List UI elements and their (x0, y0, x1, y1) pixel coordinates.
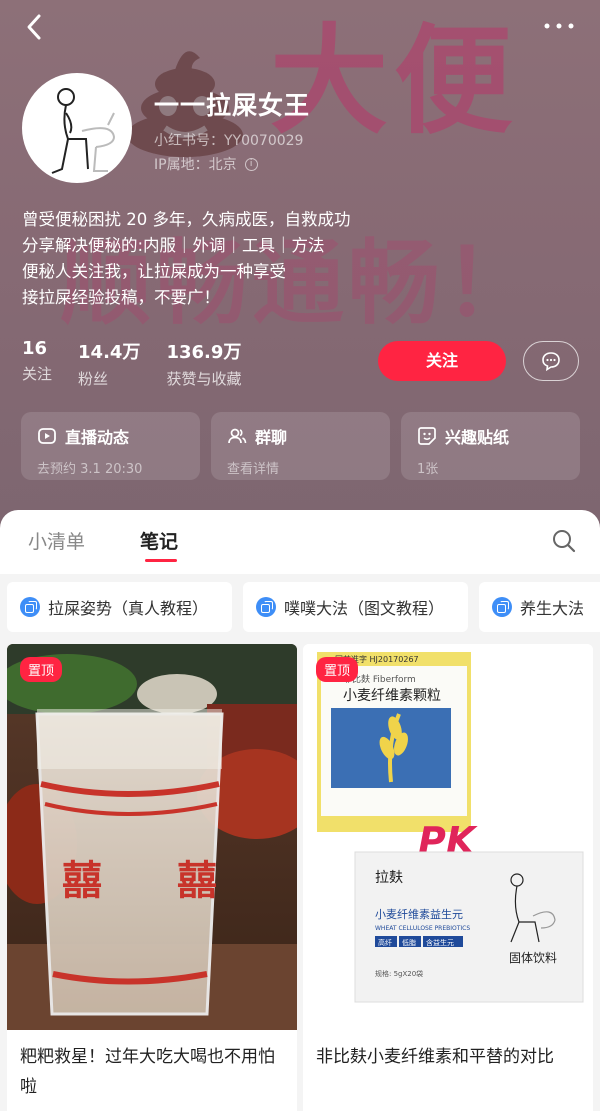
stat-number: 16 (22, 338, 48, 359)
note-card[interactable]: 囍 囍 置顶 粑粑救星！过年大吃大喝也不用怕啦 (7, 644, 297, 1111)
info-icon[interactable]: i (244, 157, 258, 171)
stat-likes[interactable]: 136.9万 获赞与收藏 (166, 338, 241, 389)
notes-grid: 囍 囍 置顶 粑粑救星！过年大吃大喝也不用怕啦 国药准字 HJ20170267 … (0, 644, 600, 1111)
bio-line: 便秘人关注我，让拉屎成为一种享受 (22, 262, 286, 281)
collection-chips: 拉屎姿势（真人教程） 噗噗大法（图文教程） 养生大法 (0, 574, 600, 644)
stat-followers[interactable]: 14.4万 粉丝 (78, 338, 140, 389)
search-icon[interactable] (551, 528, 577, 554)
stats-row: 16 关注 14.4万 粉丝 136.9万 获赞与收藏 (22, 338, 267, 389)
back-arrow-icon[interactable] (20, 10, 50, 44)
collection-icon (20, 597, 40, 617)
feature-card-title: 直播动态 (65, 428, 130, 447)
follow-button[interactable]: 关注 (378, 341, 506, 381)
bio-line: 接拉屎经验投稿，不要广！ (22, 288, 220, 307)
bio-line: 分享解决便秘的:内服｜外调｜工具｜方法 (22, 236, 325, 255)
box2-subtitle: WHEAT CELLULOSE PREBIOTICS (375, 925, 470, 932)
note-title: 粑粑救星！过年大吃大喝也不用怕啦 (20, 1047, 275, 1097)
feature-card-subtitle: 去预约 3.1 20:30 (37, 462, 143, 477)
collection-label: 拉屎姿势（真人教程） (48, 599, 209, 618)
svg-text:低脂: 低脂 (402, 938, 416, 947)
top-bar (0, 0, 600, 60)
toilet-sitter-illustration (51, 88, 116, 174)
avatar[interactable] (22, 73, 132, 183)
bio-line: 曾受便秘困扰 20 多年，久病成医，自救成功 (22, 210, 351, 229)
pinned-badge: 置顶 (316, 657, 359, 682)
collection-chip[interactable]: 养生大法 (479, 582, 600, 632)
pinned-badge: 置顶 (20, 657, 63, 682)
feature-card-live[interactable]: 直播动态 去预约 3.1 20:30 (21, 412, 200, 480)
feature-card-subtitle: 查看详情 (227, 462, 280, 477)
stat-label: 获赞与收藏 (166, 370, 242, 388)
ip-location-text: IP属地：北京 (154, 157, 237, 173)
feature-card-subtitle: 1张 (417, 462, 439, 477)
collection-icon (492, 597, 512, 617)
active-tab-indicator (145, 559, 177, 562)
feature-card-title: 兴趣贴纸 (445, 428, 510, 447)
group-chat-icon (228, 428, 247, 444)
note-title: 非比麸小麦纤维素和平替的对比 (316, 1047, 554, 1067)
feature-card-title: 群聊 (255, 428, 288, 447)
more-options-icon[interactable] (542, 14, 576, 38)
redbook-id: 小红书号：YY0070029 (154, 133, 304, 149)
nickname: 一一拉屎女王 (154, 91, 311, 120)
tab-list[interactable]: 小清单 (28, 527, 85, 554)
note-cover-image: 国药准字 HJ20170267 非比麸 Fiberform 小麦纤维素颗粒 PK… (303, 644, 593, 1030)
chat-bubble-icon (542, 352, 560, 372)
feature-cards: 直播动态 去预约 3.1 20:30 群聊 查看详情 兴趣贴纸 1张 (21, 412, 580, 480)
message-button[interactable] (523, 341, 579, 381)
tab-notes[interactable]: 笔记 (140, 527, 178, 554)
tab-bar: 小清单 笔记 (0, 510, 600, 574)
collection-chip[interactable]: 噗噗大法（图文教程） (243, 582, 468, 632)
profile-header: 大便 顺畅通畅！ 一一拉屎女王 小红书号：YY0070029 IP属地：北京 i… (0, 0, 600, 540)
stat-number: 136.9万 (166, 342, 242, 363)
live-icon (38, 428, 56, 444)
svg-text:含益生元: 含益生元 (426, 938, 454, 947)
collection-icon (256, 597, 276, 617)
stat-number: 14.4万 (78, 342, 141, 363)
note-card[interactable]: 国药准字 HJ20170267 非比麸 Fiberform 小麦纤维素颗粒 PK… (303, 644, 593, 1111)
stat-label: 粉丝 (78, 370, 109, 388)
sticker-icon (418, 427, 436, 445)
fiber-products-comparison-photo: 国药准字 HJ20170267 非比麸 Fiberform 小麦纤维素颗粒 PK… (303, 644, 593, 1030)
box1-name: 小麦纤维素颗粒 (343, 688, 441, 704)
box2-brand: 拉麸 (375, 870, 403, 886)
glass-char-left: 囍 (62, 858, 102, 904)
feature-card-group-chat[interactable]: 群聊 查看详情 (211, 412, 390, 480)
box2-type: 固体饮料 (509, 951, 557, 965)
glass-char-right: 囍 (177, 858, 217, 904)
svg-text:规格: 5gX20袋: 规格: 5gX20袋 (375, 969, 423, 978)
bio: 曾受便秘困扰 20 多年，久病成医，自救成功 分享解决便秘的:内服｜外调｜工具｜… (22, 207, 351, 311)
note-cover-image: 囍 囍 (7, 644, 297, 1030)
stat-label: 关注 (22, 365, 53, 383)
svg-text:高纤: 高纤 (378, 938, 392, 947)
feature-card-sticker[interactable]: 兴趣贴纸 1张 (401, 412, 580, 480)
collection-label: 噗噗大法（图文教程） (284, 599, 445, 618)
stat-following[interactable]: 16 关注 (22, 338, 52, 389)
glass-of-drink-photo: 囍 囍 (7, 644, 297, 1030)
ip-location: IP属地：北京 i (154, 154, 258, 174)
collection-chip[interactable]: 拉屎姿势（真人教程） (7, 582, 232, 632)
collection-label: 养生大法 (520, 599, 585, 618)
box2-name: 小麦纤维素益生元 (375, 907, 463, 921)
content-sheet: 小清单 笔记 拉屎姿势（真人教程） 噗噗大法（图文教程） 养生大法 囍 囍 置顶… (0, 510, 600, 1111)
